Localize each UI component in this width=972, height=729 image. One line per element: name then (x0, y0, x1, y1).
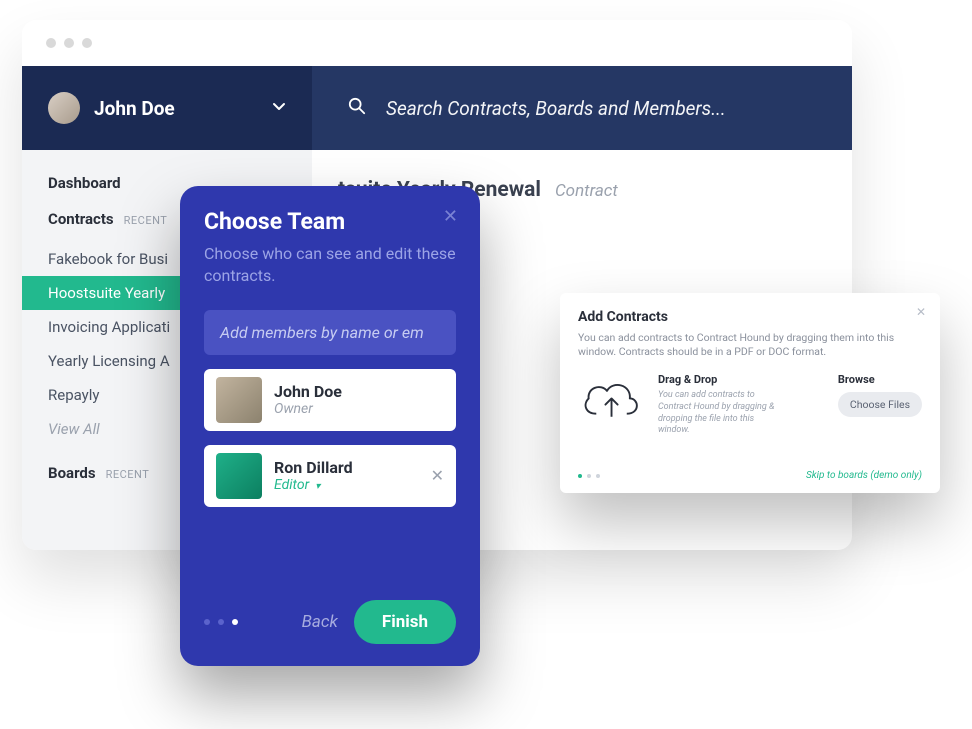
window-dot (82, 38, 92, 48)
page-title-tag: Contract (555, 181, 618, 201)
add-contracts-card: ✕ Add Contracts You can add contracts to… (560, 293, 940, 493)
user-name: John Doe (94, 97, 175, 120)
step-dot (587, 474, 591, 478)
chevron-down-icon (272, 100, 286, 116)
cloud-upload-icon (578, 373, 642, 437)
sidebar-boards-sublabel: RECENT (106, 468, 150, 481)
search-icon (348, 97, 366, 119)
card-footer: Skip to boards (demo only) (578, 470, 922, 481)
step-dot (204, 619, 210, 625)
sidebar-contracts-label: Contracts (48, 210, 114, 228)
step-dot (578, 474, 582, 478)
browse-col: Browse Choose Files (838, 373, 922, 437)
sidebar-boards-label: Boards (48, 464, 96, 482)
member-role: Owner (274, 401, 342, 417)
close-icon[interactable]: ✕ (443, 206, 458, 227)
card-subtitle: You can add contracts to Contract Hound … (578, 331, 922, 359)
member-role-dropdown[interactable]: Editor ▾ (274, 477, 353, 493)
step-dots (578, 474, 600, 478)
search-bar[interactable]: Search Contracts, Boards and Members... (312, 66, 852, 150)
drag-drop-col[interactable]: Drag & Drop You can add contracts to Con… (658, 373, 778, 437)
choose-team-modal: ✕ Choose Team Choose who can see and edi… (180, 186, 480, 666)
step-dot (232, 619, 238, 625)
avatar (48, 92, 80, 124)
member-info: Ron Dillard Editor ▾ (274, 458, 353, 493)
modal-footer: Back Finish (204, 600, 456, 644)
remove-member-icon[interactable]: ✕ (431, 466, 444, 485)
member-info: John Doe Owner (274, 382, 342, 417)
app-header: John Doe Search Contracts, Boards and Me… (22, 66, 852, 150)
member-card[interactable]: John Doe Owner (204, 369, 456, 431)
card-body: Drag & Drop You can add contracts to Con… (578, 373, 922, 437)
avatar (216, 377, 262, 423)
close-icon[interactable]: ✕ (916, 305, 926, 319)
window-dot (46, 38, 56, 48)
member-card[interactable]: Ron Dillard Editor ▾ ✕ (204, 445, 456, 507)
card-title: Add Contracts (578, 309, 922, 325)
search-placeholder: Search Contracts, Boards and Members... (386, 97, 726, 120)
drag-drop-desc: You can add contracts to Contract Hound … (658, 390, 778, 437)
chevron-down-icon: ▾ (315, 481, 320, 492)
avatar (216, 453, 262, 499)
member-name: John Doe (274, 382, 342, 401)
step-dots (204, 619, 238, 625)
member-role-label: Editor (274, 477, 309, 493)
step-dot (218, 619, 224, 625)
modal-title: Choose Team (204, 208, 456, 235)
step-dot (596, 474, 600, 478)
member-name: Ron Dillard (274, 458, 353, 477)
skip-link[interactable]: Skip to boards (demo only) (806, 470, 922, 481)
modal-subtitle: Choose who can see and edit these contra… (204, 243, 456, 288)
browse-label: Browse (838, 373, 922, 386)
drag-drop-label: Drag & Drop (658, 373, 778, 386)
back-button[interactable]: Back (302, 612, 338, 632)
add-members-input[interactable]: Add members by name or em (204, 310, 456, 355)
sidebar-contracts-sublabel: RECENT (124, 214, 168, 227)
window-dot (64, 38, 74, 48)
finish-button[interactable]: Finish (354, 600, 456, 644)
choose-files-button[interactable]: Choose Files (838, 392, 922, 417)
user-menu[interactable]: John Doe (22, 66, 312, 150)
window-chrome (22, 20, 852, 66)
